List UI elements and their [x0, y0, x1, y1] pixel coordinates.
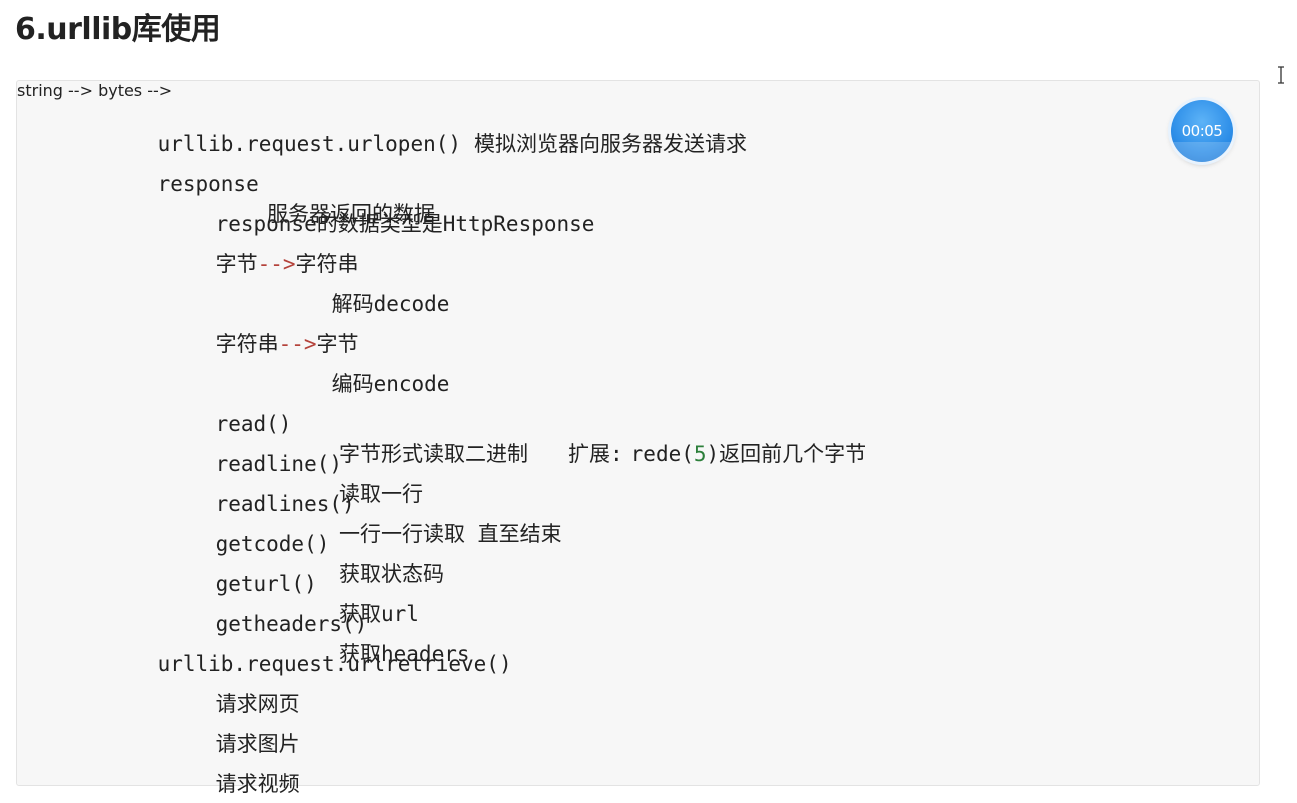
code-line-request-video: 请求视频: [165, 739, 300, 796]
code-line-response-type: response的数据类型是HttpResponse: [165, 179, 595, 236]
code-line-string-to-bytes: 字符串-->字节: [165, 299, 359, 356]
text-request-video: 请求视频: [215, 772, 300, 796]
code-line-read: read() 字节形式读取二进制 扩展: rede(5)返回前几个字节: [165, 379, 1065, 466]
code-line-response: response 服务器返回的数据: [107, 139, 707, 226]
code-line-request-image: 请求图片: [165, 699, 300, 756]
code-line-urlopen: urllib.request.urlopen() 模拟浏览器向服务器发送请求: [107, 99, 747, 156]
timer-badge[interactable]: 00:05: [1171, 100, 1233, 162]
text-bytes: 字节: [215, 252, 258, 276]
code-block: urllib.request.urlopen() 模拟浏览器向服务器发送请求 re…: [16, 80, 1260, 796]
code-line-getheaders: getheaders() 获取headers: [165, 579, 765, 666]
code-line-readline: readline() 读取一行: [165, 419, 765, 506]
code-line-decode: 解码decode: [281, 259, 450, 316]
code-line-request-page: 请求网页: [165, 659, 300, 716]
text-string: 字符串: [215, 332, 279, 356]
code-line-bytes-to-string: 字节-->字符串: [165, 219, 359, 276]
code-line-geturl: geturl() 获取url: [165, 539, 765, 626]
code-line-getcode: getcode() 获取状态码: [165, 499, 765, 586]
code-line-readlines: readlines() 一行一行读取 直至结束: [165, 459, 765, 546]
text-cursor-icon: [1278, 66, 1284, 84]
timer-label: 00:05: [1181, 122, 1223, 140]
page-title: 6.urllib库使用: [15, 12, 221, 47]
code-line-urlretrieve: urllib.request.urlretrieve(): [107, 619, 512, 676]
code-line-encode: 编码encode: [281, 339, 450, 396]
